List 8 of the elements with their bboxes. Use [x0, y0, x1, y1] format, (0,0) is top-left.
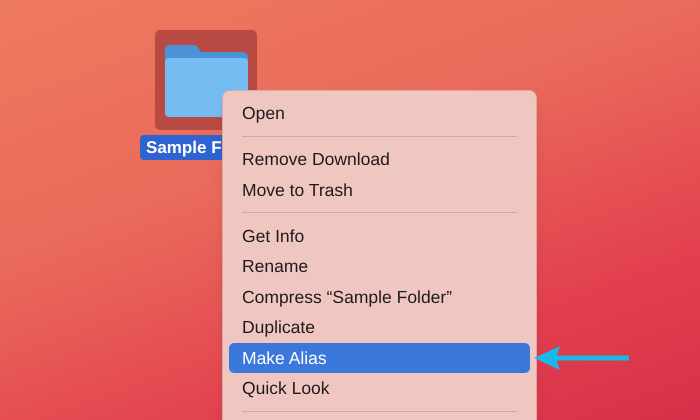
- menu-item[interactable]: Rename: [229, 251, 530, 282]
- menu-item[interactable]: Quick Look: [229, 373, 530, 404]
- menu-item[interactable]: Open: [229, 98, 530, 128]
- menu-item[interactable]: Compress “Sample Folder”: [229, 282, 530, 312]
- menu-item[interactable]: Move to Trash: [229, 174, 530, 205]
- menu-item[interactable]: Duplicate: [229, 312, 530, 342]
- menu-item[interactable]: Get Info: [229, 220, 530, 251]
- menu-item[interactable]: Make Alias: [229, 342, 530, 373]
